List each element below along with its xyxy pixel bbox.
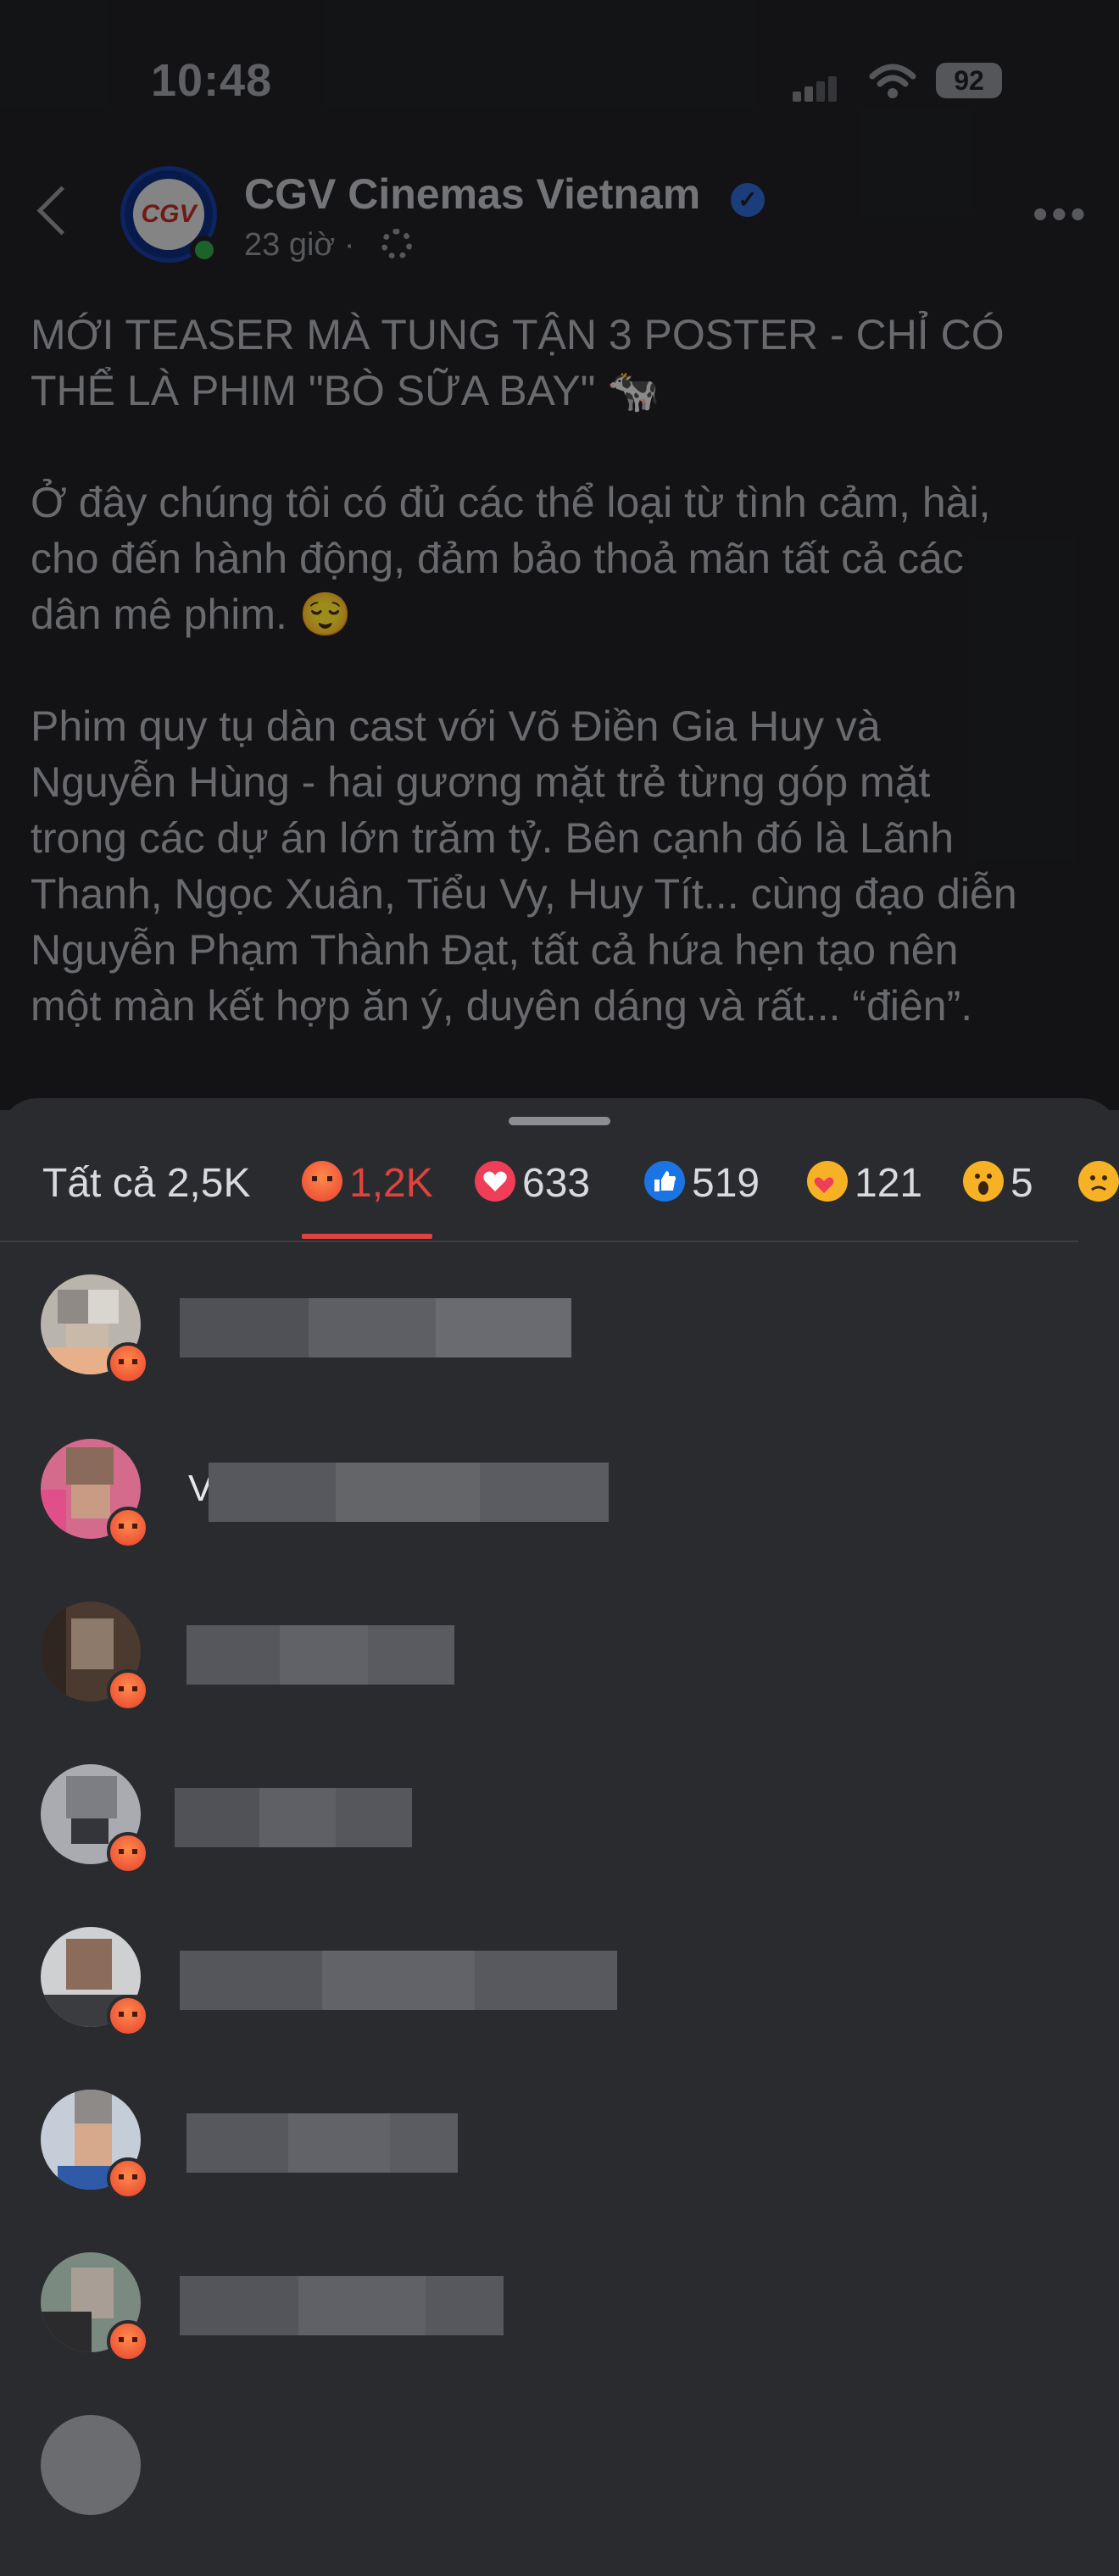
tab-wow[interactable]: 5 <box>963 1158 1033 1239</box>
tab-all[interactable]: Tất cả 2,5K <box>42 1158 250 1239</box>
angry-reaction-icon <box>107 1342 149 1385</box>
like-icon <box>644 1161 685 1202</box>
tab-angry-label: 1,2K <box>349 1161 433 1206</box>
list-item[interactable] <box>0 2090 1119 2251</box>
tab-love-label: 633 <box>522 1161 591 1206</box>
sad-icon <box>1078 1161 1119 1202</box>
tab-like[interactable]: 519 <box>644 1158 760 1239</box>
tab-wow-label: 5 <box>1010 1161 1033 1206</box>
angry-reaction-icon <box>107 1669 149 1712</box>
tab-like-label: 519 <box>692 1161 760 1206</box>
list-item[interactable] <box>0 1602 1119 1763</box>
angry-reaction-icon <box>107 1995 149 2037</box>
tabs-divider <box>0 1241 1078 1242</box>
list-item[interactable] <box>0 2415 1119 2576</box>
sheet-grabber[interactable] <box>509 1117 610 1125</box>
angry-icon <box>302 1161 342 1202</box>
angry-reaction-icon <box>107 2157 149 2200</box>
angry-reaction-icon <box>107 1832 149 1874</box>
tab-care-label: 121 <box>855 1161 923 1206</box>
tab-sad[interactable] <box>1078 1158 1119 1239</box>
care-icon <box>807 1161 848 1202</box>
love-icon <box>475 1161 515 1202</box>
reactions-sheet: Tất cả 2,5K 1,2K 633 519 121 5 V <box>0 1098 1119 2515</box>
reaction-tabs: Tất cả 2,5K 1,2K 633 519 121 5 <box>0 1158 1119 1239</box>
wow-icon <box>963 1161 1004 1202</box>
list-item[interactable] <box>0 1274 1119 1435</box>
tab-love[interactable]: 633 <box>475 1158 590 1239</box>
list-item[interactable] <box>0 1764 1119 1925</box>
tab-all-label: Tất cả 2,5K <box>42 1161 251 1206</box>
active-tab-indicator <box>302 1234 432 1239</box>
angry-reaction-icon <box>107 1507 149 1549</box>
list-item[interactable]: V <box>0 1439 1119 1600</box>
list-item[interactable] <box>0 1927 1119 2088</box>
list-item[interactable] <box>0 2252 1119 2413</box>
sheet-backdrop[interactable] <box>0 0 1119 1110</box>
angry-reaction-icon <box>107 2320 149 2362</box>
tab-care[interactable]: 121 <box>807 1158 922 1239</box>
tab-angry[interactable]: 1,2K <box>302 1158 433 1239</box>
